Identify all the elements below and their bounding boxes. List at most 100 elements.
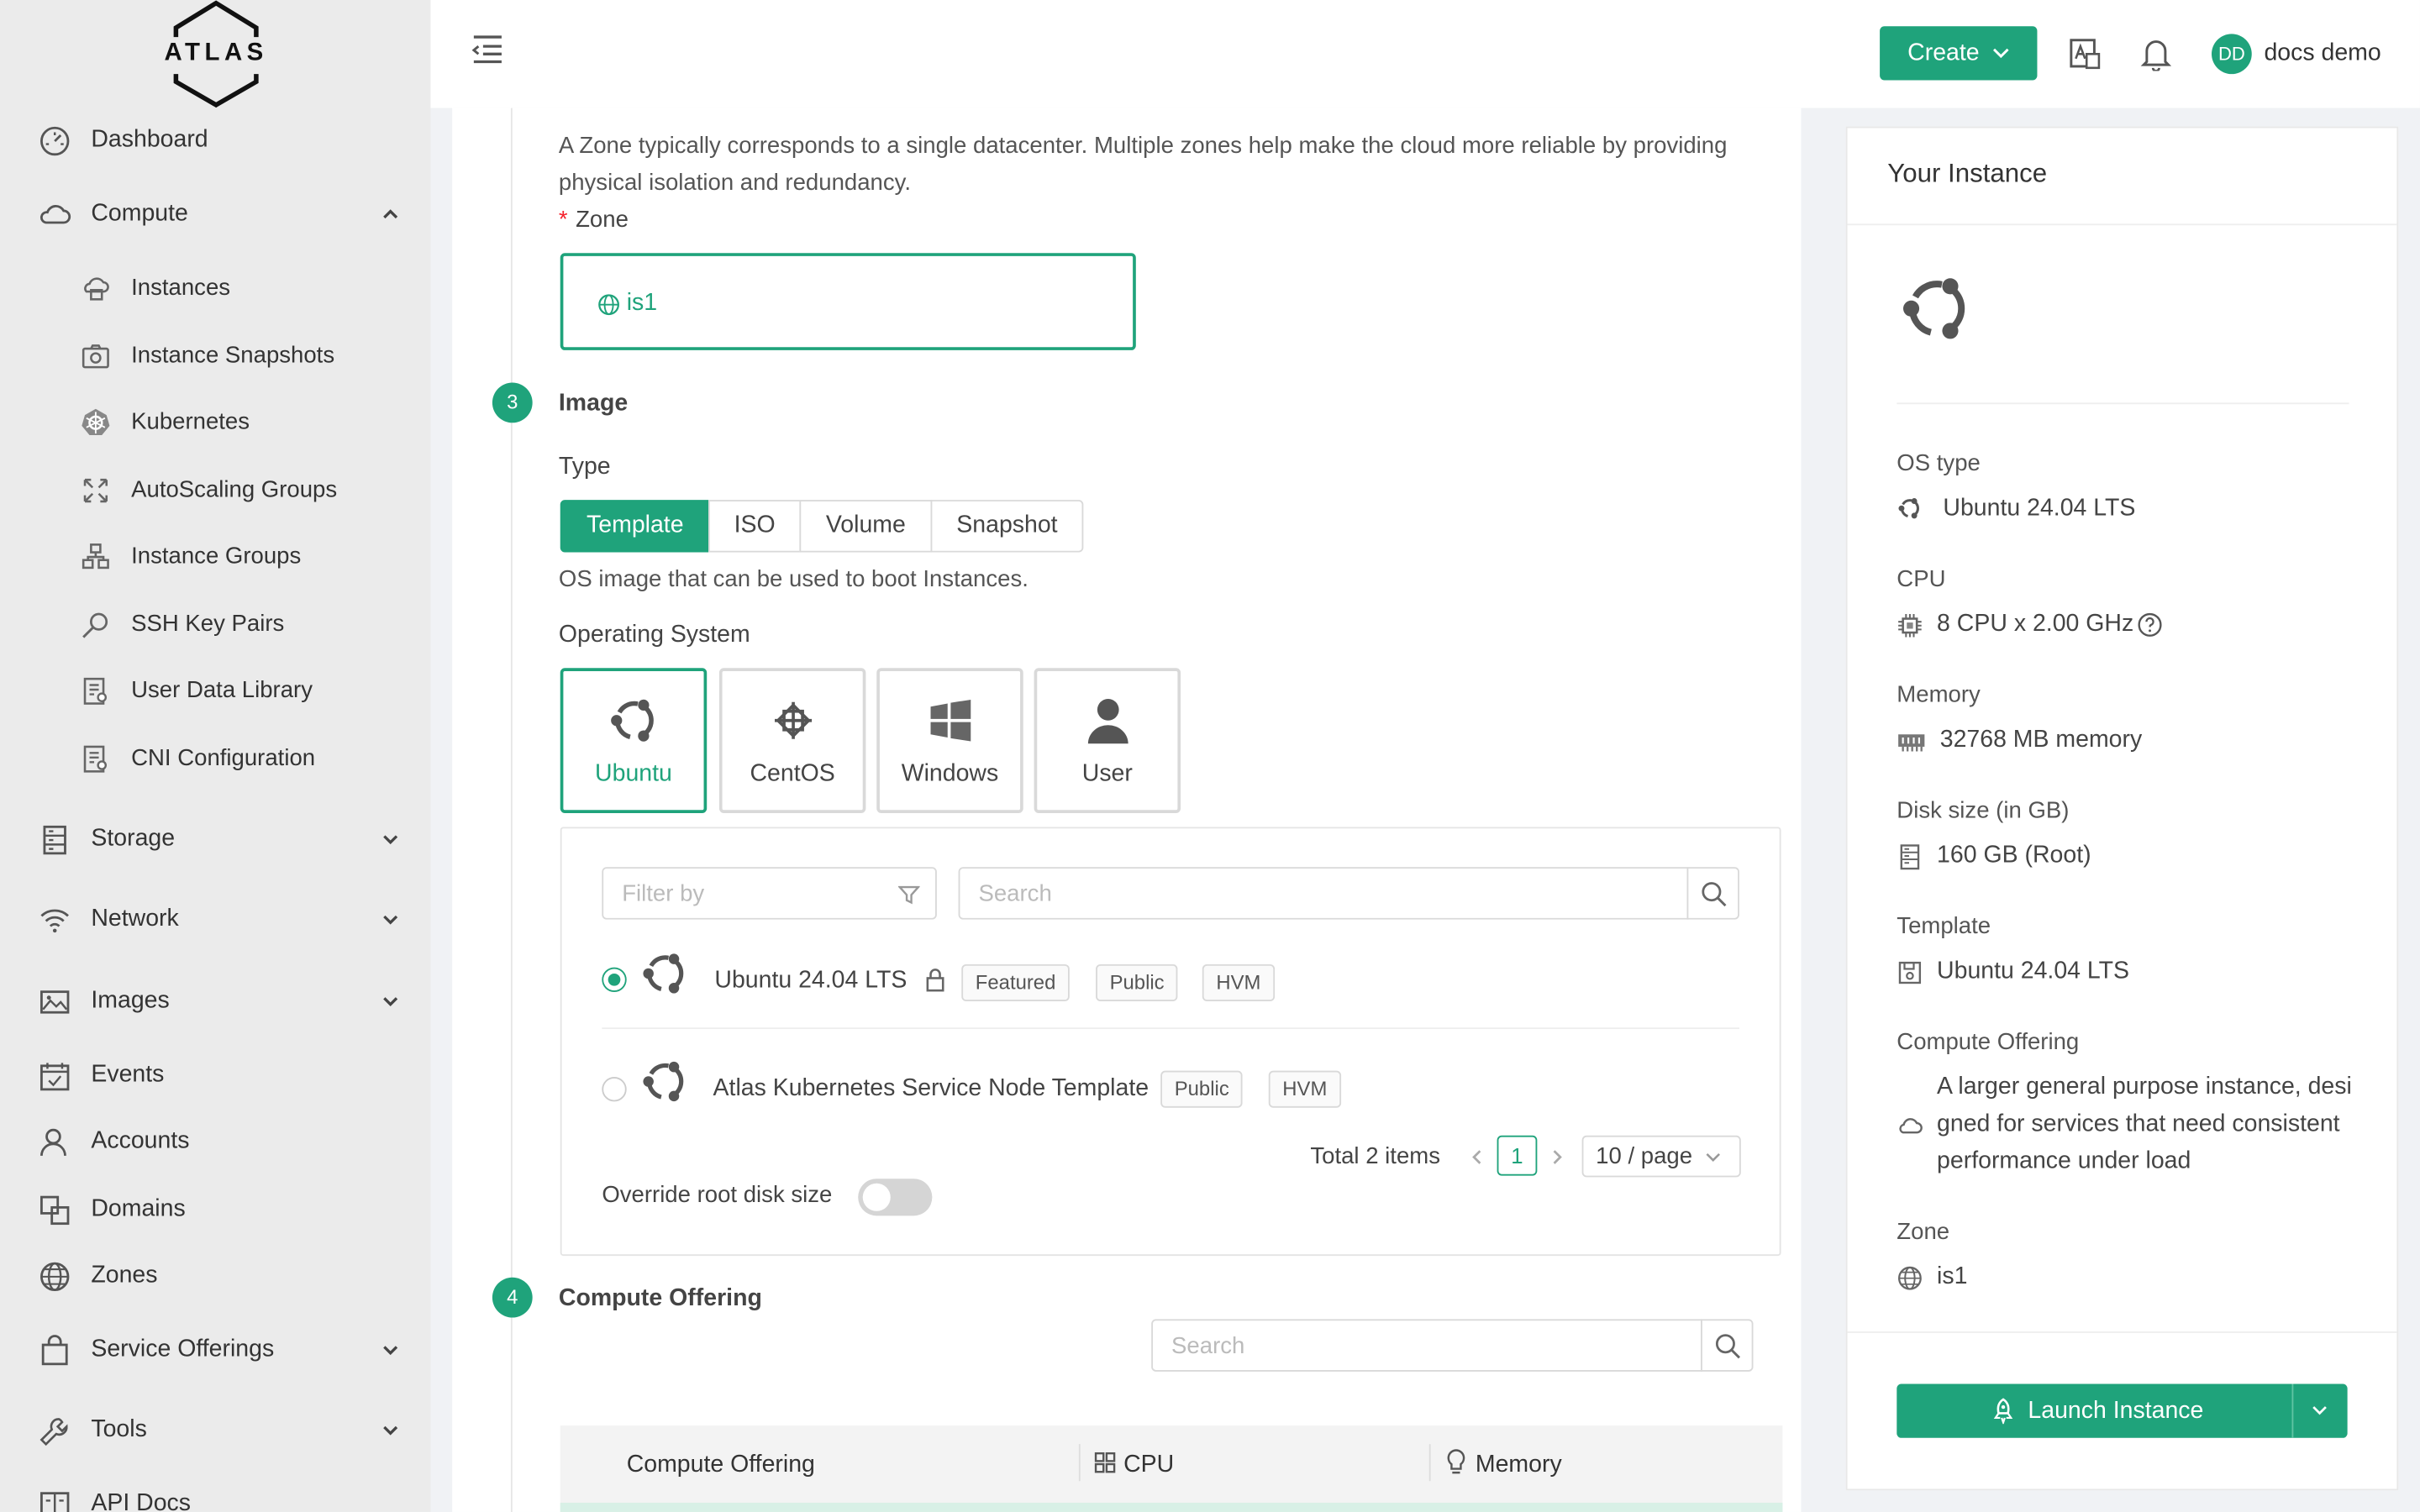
save-icon [1898,961,1922,984]
search-placeholder: Search [1171,1332,1245,1360]
chevron-down-icon [383,835,398,845]
question-circle-icon[interactable] [2138,612,2162,637]
search-icon [1702,882,1727,907]
rocket-icon [1993,1398,2013,1425]
compute-offering-label: Compute Offering [1897,1029,2080,1056]
sidebar-item-label: Dashboard [91,126,208,153]
column-compute-offering[interactable]: Compute Offering [627,1452,815,1479]
os-card-user[interactable]: User [1034,668,1181,813]
sidebar-item-label: CNI Configuration [131,745,316,772]
sidebar-item-kubernetes[interactable]: Kubernetes [0,395,430,450]
template-name[interactable]: Ubuntu 24.04 LTS [714,968,907,995]
tag-featured: Featured [961,963,1070,1002]
globe-icon [40,1262,70,1292]
page-size-select[interactable]: 10 / page [1581,1135,1741,1178]
sidebar-item-instances[interactable]: Instances [0,260,430,316]
user-name[interactable]: docs demo [2264,40,2381,68]
offering-search-button[interactable] [1701,1319,1754,1372]
search-placeholder: Search [978,880,1052,907]
sidebar-item-instance-groups[interactable]: Instance Groups [0,529,430,585]
memory-icon [1898,734,1925,752]
avatar[interactable]: DD [2211,34,2252,75]
os-card-windows[interactable]: Windows [876,668,1023,813]
sidebar-item-service-offerings[interactable]: Service Offerings [0,1319,430,1380]
create-button[interactable]: Create [1880,26,2038,81]
user-icon [40,1128,66,1156]
compute-step-title: Compute Offering [558,1284,762,1312]
sidebar-item-instance-snapshots[interactable]: Instance Snapshots [0,328,430,384]
sidebar-item-zones[interactable]: Zones [0,1245,430,1306]
sidebar-item-network[interactable]: Network [0,889,430,950]
sidebar-item-images[interactable]: Images [0,970,430,1032]
memory-value: 32768 MB memory [1939,727,2143,753]
translate-icon[interactable] [2068,37,2102,71]
launch-instance-label: Launch Instance [2028,1398,2204,1425]
filter-icon [897,885,920,905]
os-card-ubuntu[interactable]: Ubuntu [560,668,708,813]
bulb-icon [1447,1449,1465,1474]
sidebar-item-label: Service Offerings [91,1336,275,1362]
template-name[interactable]: Atlas Kubernetes Service Node Template [713,1075,1150,1103]
sidebar-item-label: API Docs [91,1490,192,1512]
chevron-right-icon[interactable] [1548,1148,1566,1167]
tab-volume[interactable]: Volume [799,500,933,553]
launch-instance-button[interactable]: Launch Instance [1897,1383,2348,1438]
type-label: Type [558,453,611,480]
offering-table-row[interactable] [560,1502,1783,1512]
atlas-logo[interactable]: ATLAS [160,0,271,108]
sidebar-item-label: AutoScaling Groups [131,476,338,503]
menu-fold-icon[interactable] [471,34,504,65]
hdd-icon [1900,844,1920,870]
chevron-left-icon[interactable] [1468,1148,1486,1167]
sidebar-item-autoscaling-groups[interactable]: AutoScaling Groups [0,463,430,518]
split-divider [2291,1383,2294,1438]
disk-label: Disk size (in GB) [1897,797,2070,824]
summary-divider [1897,402,2349,405]
sidebar-item-compute[interactable]: Compute [0,184,430,245]
os-card-centos[interactable]: CentOS [718,668,866,813]
sidebar-item-api-docs[interactable]: API Docs [0,1473,430,1512]
sidebar-item-storage[interactable]: Storage [0,808,430,869]
tab-template[interactable]: Template [560,500,710,553]
sidebar-item-label: Domains [91,1195,186,1222]
chip-icon [1898,614,1922,638]
tab-iso[interactable]: ISO [708,500,802,553]
sidebar-item-ssh-key-pairs[interactable]: SSH Key Pairs [0,597,430,653]
sidebar-item-user-data-library[interactable]: User Data Library [0,664,430,719]
tab-snapshot[interactable]: Snapshot [930,500,1084,553]
template-search-button[interactable] [1686,867,1739,920]
sidebar-item-accounts[interactable]: Accounts [0,1110,430,1172]
dashboard-icon [40,126,70,156]
zone-summary-value: is1 [1937,1263,1968,1290]
pagination-page-1[interactable]: 1 [1497,1135,1538,1176]
chevron-up-icon [383,209,398,219]
chevron-down-icon[interactable] [2311,1401,2329,1420]
wifi-icon [40,909,69,933]
bell-icon[interactable] [2140,37,2172,71]
column-cpu[interactable]: CPU [1123,1452,1174,1479]
filter-select[interactable]: Filter by [602,867,937,920]
instances-icon [84,277,109,301]
globe-icon [1898,1266,1922,1290]
sidebar-item-domains[interactable]: Domains [0,1179,430,1240]
zone-label: Zone [576,207,629,234]
ubuntu-icon [643,953,684,994]
sidebar-item-dashboard[interactable]: Dashboard [0,109,430,171]
sidebar-item-tools[interactable]: Tools [0,1399,430,1461]
sidebar-item-events[interactable]: Events [0,1044,430,1105]
ubuntu-icon [1898,498,1919,519]
column-divider [1078,1444,1081,1482]
calendar-icon [40,1063,70,1091]
sidebar-item-cni-configuration[interactable]: CNI Configuration [0,732,430,787]
override-root-disk-toggle[interactable] [858,1179,933,1216]
row-divider [602,1027,1739,1030]
offering-search-input[interactable]: Search [1151,1319,1702,1372]
column-memory[interactable]: Memory [1476,1452,1562,1479]
template-radio[interactable] [602,1077,627,1102]
summary-title: Your Instance [1887,159,2048,189]
template-search-input[interactable]: Search [958,867,1689,920]
chevron-down-icon [383,1425,398,1436]
page-size-value: 10 / page [1596,1142,1693,1170]
zone-card-is1[interactable]: is1 [560,253,1136,350]
template-radio[interactable] [602,967,627,992]
